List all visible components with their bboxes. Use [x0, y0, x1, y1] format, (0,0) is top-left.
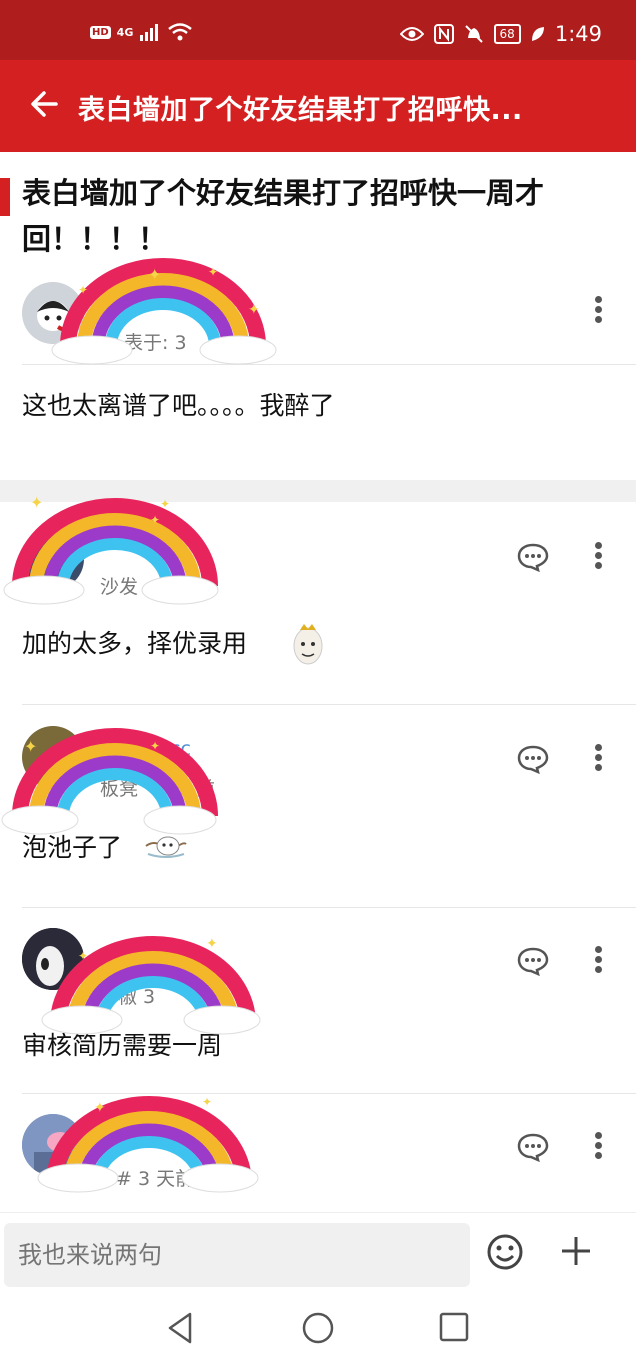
- avatar[interactable]: [22, 282, 84, 344]
- comment-meta: 沙发: [100, 576, 139, 598]
- avatar-animal-icon: [22, 928, 84, 990]
- app-bar: 表白墙加了个好友结果打了招呼快...: [0, 60, 636, 152]
- svg-text:✦: ✦: [208, 265, 218, 279]
- app-bar-title: 表白墙加了个好友结果打了招呼快...: [78, 95, 523, 126]
- clock: 1:49: [554, 22, 602, 46]
- eye-icon: [399, 27, 424, 41]
- avatar-pig-icon: [22, 1114, 84, 1176]
- comment-item: cc 板凳 前 泡池子了: [0, 720, 636, 900]
- reply-bubble-icon[interactable]: [516, 744, 550, 774]
- reply-bubble-icon[interactable]: [516, 946, 550, 976]
- comment-meta-suffix: 前: [196, 778, 216, 800]
- network-type: 4G: [116, 25, 134, 39]
- add-icon[interactable]: [558, 1233, 594, 1269]
- divider: [22, 1093, 636, 1094]
- mute-icon: [464, 25, 483, 43]
- nfc-icon: [433, 24, 454, 44]
- avatar[interactable]: [22, 1114, 84, 1176]
- title-accent-bar: [0, 178, 10, 216]
- comment-meta: # 3 天前: [116, 1168, 195, 1190]
- sticker-face-icon: [293, 624, 323, 665]
- status-right: 68 1:49: [399, 22, 602, 46]
- hd-badge: HD: [90, 25, 111, 39]
- section-gap: [0, 480, 636, 502]
- avatar[interactable]: [22, 528, 84, 590]
- comment-item: 沙发 加的太多，择优录用: [0, 520, 636, 700]
- divider: [22, 364, 636, 365]
- post-title: 表白墙加了个好友结果打了招呼快一周才回！！！！: [22, 176, 545, 256]
- more-menu-icon[interactable]: [592, 744, 604, 774]
- wifi-icon: [168, 23, 193, 41]
- comment-content: 泡池子了: [22, 833, 123, 862]
- reply-bubble-icon[interactable]: [516, 1132, 550, 1162]
- post-meta: 表于: 3: [124, 332, 187, 354]
- more-menu-icon[interactable]: [592, 296, 604, 326]
- system-nav-bar: [0, 1298, 636, 1361]
- nav-recents-icon[interactable]: [436, 1310, 472, 1346]
- divider: [22, 704, 636, 705]
- avatar-figure-icon: [22, 282, 84, 344]
- nav-home-icon[interactable]: [300, 1310, 336, 1346]
- back-arrow-icon[interactable]: [26, 84, 66, 124]
- status-bar: HD 4G 68 1:49: [0, 0, 636, 60]
- nav-back-icon[interactable]: [164, 1310, 200, 1346]
- comment-item: 椒 3 审核简历需要一周: [0, 920, 636, 1090]
- emoji-icon[interactable]: [486, 1233, 524, 1271]
- signal-icon: [140, 24, 159, 41]
- avatar[interactable]: [22, 726, 84, 788]
- post-body: 表于: 3 这也太离谱了吧。。。。我醉了: [0, 280, 636, 480]
- comment-meta: 椒 3: [118, 986, 156, 1008]
- status-left: HD 4G: [90, 22, 193, 42]
- more-menu-icon[interactable]: [592, 1132, 604, 1162]
- post-header: 表白墙加了个好友结果打了招呼快一周才回！！！！: [0, 170, 636, 262]
- reply-bubble-icon[interactable]: [516, 542, 550, 572]
- battery-icon: 68: [493, 24, 521, 44]
- comment-input[interactable]: [4, 1223, 470, 1287]
- more-menu-icon[interactable]: [592, 946, 604, 976]
- more-menu-icon[interactable]: [592, 542, 604, 572]
- comment-content: 加的太多，择优录用: [22, 629, 248, 658]
- post-content: 这也太离谱了吧。。。。我醉了: [22, 391, 335, 420]
- comment-content: 审核简历需要一周: [22, 1031, 223, 1060]
- comment-bar: [0, 1212, 636, 1298]
- comment-meta: 板凳: [100, 778, 139, 800]
- comment-item: # 3 天前: [0, 1106, 636, 1206]
- leaf-icon: [531, 27, 544, 41]
- sticker-swim-icon: [145, 836, 187, 858]
- divider: [22, 907, 636, 908]
- avatar[interactable]: [22, 928, 84, 990]
- comment-username[interactable]: cc: [170, 738, 191, 760]
